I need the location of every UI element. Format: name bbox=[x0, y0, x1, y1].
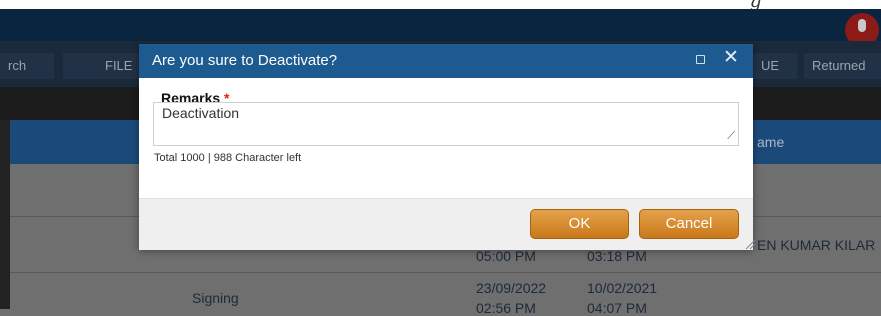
cancel-button[interactable]: Cancel bbox=[639, 209, 739, 239]
row2-time1: 02:56 PM bbox=[476, 300, 536, 316]
search-button[interactable]: rch bbox=[0, 53, 54, 79]
row1-date2: 03:18 PM bbox=[587, 248, 647, 264]
row1-date1: 05:00 PM bbox=[476, 248, 536, 264]
remarks-value: Deactivation bbox=[162, 105, 240, 121]
file-button[interactable]: FILE bbox=[63, 53, 143, 79]
column-header-name: ame bbox=[757, 134, 785, 150]
row2-time2: 04:07 PM bbox=[587, 300, 647, 316]
row2-status: Signing bbox=[192, 290, 239, 306]
deactivate-dialog: Are you sure to Deactivate? ✕ Remarks * … bbox=[139, 44, 753, 250]
row2-date2: 10/02/2021 bbox=[587, 280, 658, 296]
returned-tab[interactable]: Returned bbox=[804, 53, 881, 79]
character-counter: Total 1000 | 988 Character left bbox=[154, 152, 302, 164]
close-icon[interactable]: ✕ bbox=[723, 48, 739, 68]
left-edge bbox=[0, 120, 10, 309]
dialog-resize-icon[interactable] bbox=[744, 238, 756, 250]
ok-button[interactable]: OK bbox=[530, 209, 629, 239]
row2-date1: 23/09/2022 bbox=[476, 280, 547, 296]
top-strip bbox=[0, 0, 881, 9]
dialog-title: Are you sure to Deactivate? bbox=[152, 52, 338, 69]
app-header bbox=[0, 9, 881, 47]
remarks-textarea[interactable]: Deactivation ⟋ bbox=[153, 102, 739, 146]
maximize-icon[interactable] bbox=[696, 55, 705, 64]
dialog-header: Are you sure to Deactivate? ✕ bbox=[139, 44, 753, 78]
row-divider bbox=[10, 272, 881, 273]
row1-name: EN KUMAR KILAR bbox=[757, 237, 876, 253]
queue-tab[interactable]: UE bbox=[753, 53, 797, 79]
dialog-body: Remarks * Deactivation ⟋ Total 1000 | 98… bbox=[139, 78, 753, 198]
dialog-footer: OK Cancel bbox=[139, 198, 753, 250]
resize-grip-icon[interactable]: ⟋ bbox=[727, 130, 735, 143]
microphone-icon bbox=[858, 19, 866, 32]
